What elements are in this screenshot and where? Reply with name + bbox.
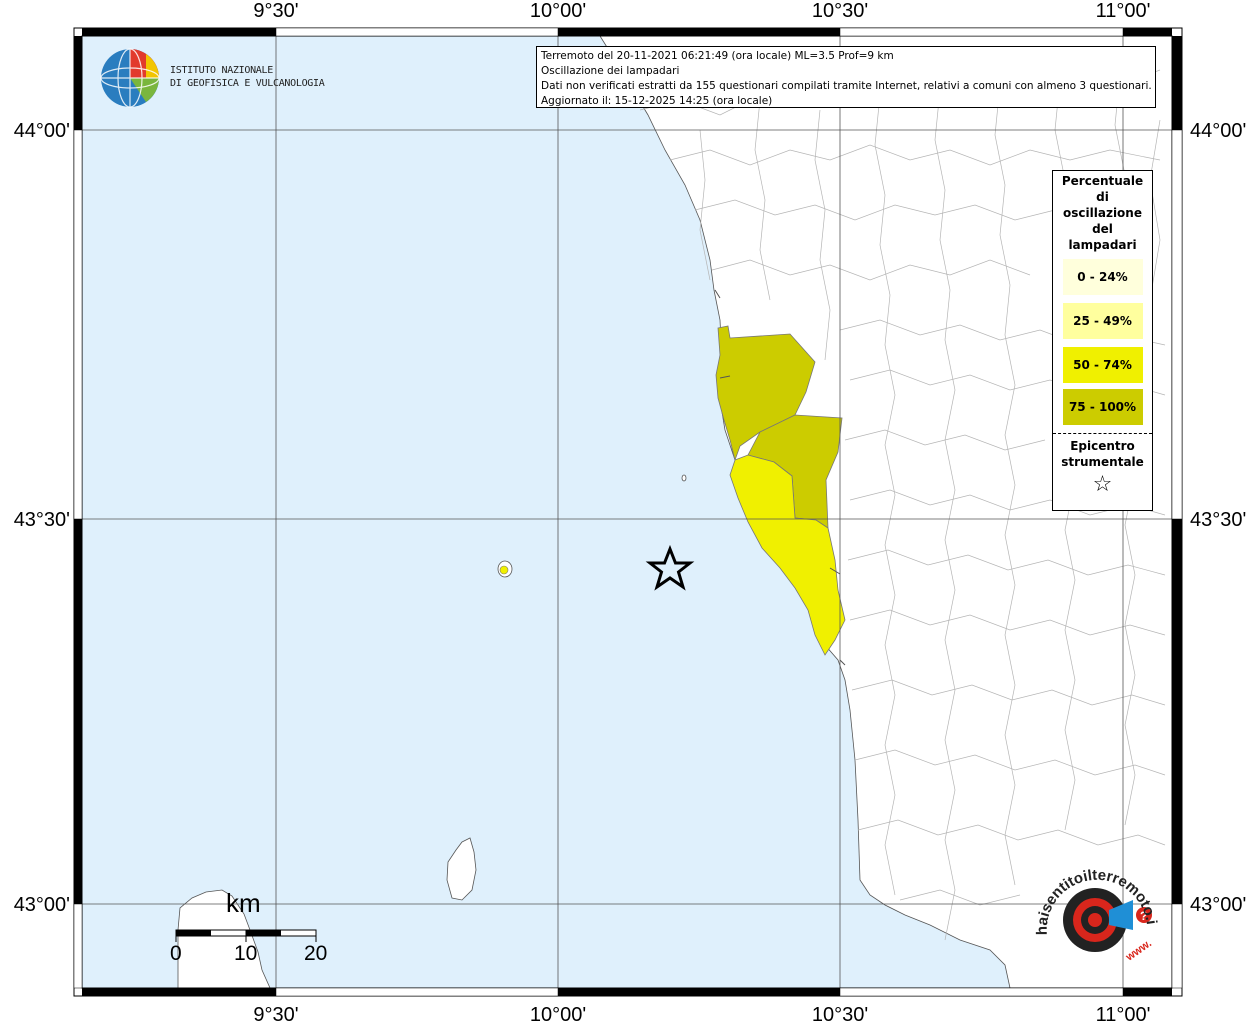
- bottom-label-1000: 10°00': [530, 1004, 586, 1024]
- right-label-4330: 43°30': [1190, 509, 1246, 531]
- event-info-box: Terremoto del 20-11-2021 06:21:49 (ora l…: [536, 46, 1156, 108]
- ingv-logo-text: ISTITUTO NAZIONALE DI GEOFISICA E VULCAN…: [170, 64, 325, 90]
- island-gorgona-fill: [499, 565, 509, 575]
- scale-tick-10: 10: [234, 942, 258, 965]
- top-label-1000: 10°00': [530, 0, 586, 22]
- island-rock: [681, 474, 687, 482]
- legend-title-line: del: [1092, 222, 1113, 236]
- legend-title-line: Percentuale: [1061, 174, 1144, 188]
- bottom-label-1100: 11°00': [1096, 1004, 1151, 1024]
- legend-title-line: oscillazione: [1063, 206, 1142, 220]
- legend-epicenter-line: Epicentro: [1070, 439, 1135, 453]
- legend-swatch-50-74: 50 - 74%: [1062, 347, 1143, 383]
- ingv-name-line2: DI GEOFISICA E VULCANOLOGIA: [170, 78, 325, 89]
- axis-labels-bottom: 9°30' 10°00' 10°30' 11°00': [253, 1004, 1150, 1024]
- axis-labels-top: 9°30' 10°00' 10°30' 11°00': [253, 0, 1150, 22]
- bottom-label-930: 9°30': [253, 1004, 298, 1024]
- top-label-930: 9°30': [253, 0, 298, 22]
- legend-title: Percentuale di oscillazione del lampadar…: [1055, 171, 1150, 253]
- legend-title-line: lampadari: [1068, 238, 1137, 252]
- left-label-4400: 44°00': [14, 120, 70, 142]
- legend: Percentuale di oscillazione del lampadar…: [1052, 170, 1153, 511]
- axis-labels-left: 44°00' 43°30' 43°00': [14, 120, 70, 916]
- top-label-1030: 10°30': [812, 0, 868, 22]
- legend-swatch-75-100: 75 - 100%: [1062, 389, 1143, 425]
- right-label-4400: 44°00': [1190, 120, 1246, 142]
- top-label-1100: 11°00': [1096, 0, 1151, 22]
- legend-swatch-25-49: 25 - 49%: [1062, 303, 1143, 339]
- event-info-line: Terremoto del 20-11-2021 06:21:49 (ora l…: [541, 50, 894, 62]
- legend-swatch-0-24: 0 - 24%: [1062, 259, 1143, 295]
- axis-labels-right: 44°00' 43°30' 43°00': [1190, 120, 1246, 916]
- scale-tick-0: 0: [170, 942, 182, 965]
- map-subtitle: Oscillazione dei lampadari: [541, 65, 680, 77]
- logo-www: www.: [1123, 937, 1154, 964]
- logo-center: [1088, 913, 1102, 927]
- left-label-4330: 43°30': [14, 509, 70, 531]
- legend-epicenter-line: strumentale: [1061, 455, 1144, 469]
- ingv-name-line1: ISTITUTO NAZIONALE: [170, 65, 273, 76]
- ingv-globe-icon: [100, 48, 160, 108]
- legend-divider: [1053, 433, 1152, 434]
- data-note: Dati non verificati estratti da 155 ques…: [541, 80, 1152, 92]
- right-label-4300: 43°00': [1190, 894, 1246, 916]
- scale-unit: km: [226, 888, 261, 918]
- left-label-4300: 43°00': [14, 894, 70, 916]
- bottom-label-1030: 10°30': [812, 1004, 868, 1024]
- update-timestamp: Aggiornato il: 15-12-2025 14:25 (ora loc…: [541, 95, 773, 107]
- scale-tick-20: 20: [304, 942, 328, 965]
- legend-star-icon: ☆: [1092, 472, 1113, 497]
- legend-epicenter-title: Epicentro strumentale: [1053, 438, 1152, 470]
- legend-title-line: di: [1096, 190, 1109, 204]
- haisentito-logo: ? haisentitoilterremoto.it www.: [1035, 865, 1160, 964]
